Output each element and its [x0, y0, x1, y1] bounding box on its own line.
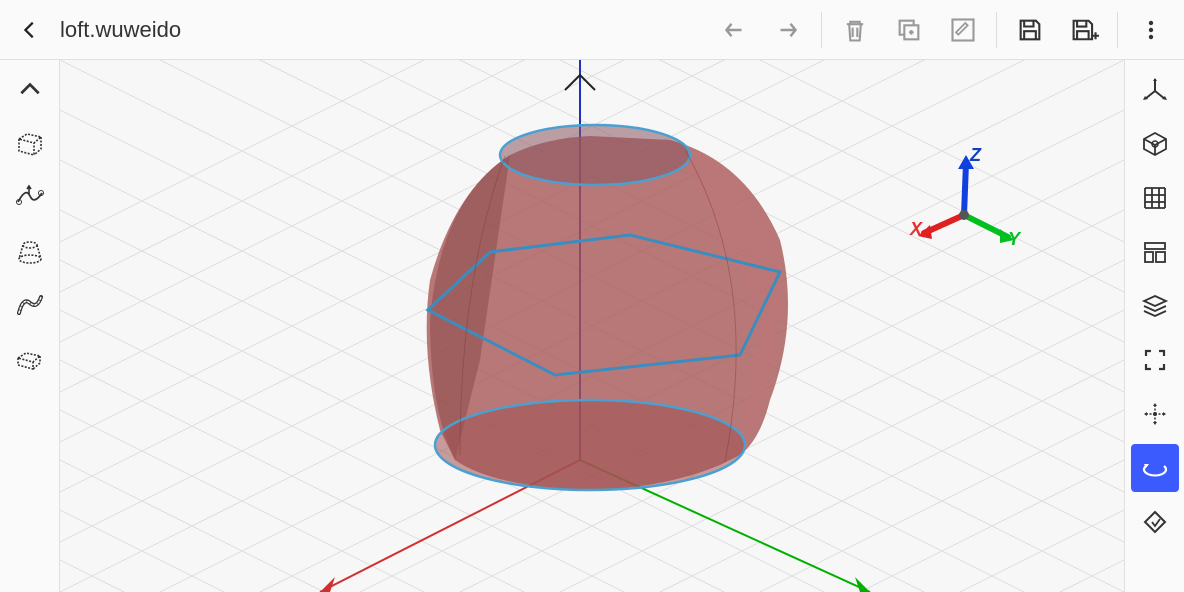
pan-gizmo-button[interactable] — [1131, 390, 1179, 438]
layers-button[interactable] — [1131, 282, 1179, 330]
left-toolbar — [0, 60, 60, 592]
more-menu-button[interactable] — [1126, 5, 1176, 55]
fullscreen-button[interactable] — [1131, 336, 1179, 384]
wireframe-box-tool[interactable] — [6, 120, 54, 168]
save-plus-icon — [1069, 16, 1099, 44]
back-button[interactable] — [8, 8, 52, 52]
right-toolbar — [1124, 60, 1184, 592]
delete-button[interactable] — [830, 5, 880, 55]
nav-back-button[interactable] — [709, 5, 759, 55]
diamond-icon — [1141, 508, 1169, 536]
pan-icon — [1140, 399, 1170, 429]
loft-tool[interactable] — [6, 228, 54, 276]
curve-tool[interactable] — [6, 174, 54, 222]
curve-icon — [13, 181, 47, 215]
orbit-button[interactable] — [1131, 444, 1179, 492]
extrude-tool[interactable] — [6, 336, 54, 384]
top-bar: loft.wuweido — [0, 0, 1184, 60]
viewcube-icon — [1140, 129, 1170, 159]
grid-icon — [1141, 184, 1169, 212]
loft-icon — [13, 235, 47, 269]
nav-forward-button[interactable] — [763, 5, 813, 55]
chevron-left-icon — [19, 19, 41, 41]
view-cube-button[interactable] — [1131, 120, 1179, 168]
axis-icon — [1140, 75, 1170, 105]
spline-icon — [13, 289, 47, 323]
edit-button[interactable] — [938, 5, 988, 55]
save-as-button[interactable] — [1059, 5, 1109, 55]
collapse-panel-button[interactable] — [6, 66, 54, 114]
copy-icon — [895, 16, 923, 44]
trash-icon — [841, 16, 869, 44]
save-button[interactable] — [1005, 5, 1055, 55]
top-actions — [709, 5, 1184, 55]
save-icon — [1016, 16, 1044, 44]
layout-icon — [1141, 238, 1169, 266]
arrow-left-icon — [719, 15, 749, 45]
wireframe-box-icon — [13, 127, 47, 161]
snap-button[interactable] — [1131, 498, 1179, 546]
spline-tool[interactable] — [6, 282, 54, 330]
dots-vertical-icon — [1139, 18, 1163, 42]
extrude-icon — [13, 343, 47, 377]
separator — [1117, 12, 1118, 48]
axis-widget-button[interactable] — [1131, 66, 1179, 114]
separator — [996, 12, 997, 48]
arrow-right-icon — [773, 15, 803, 45]
viewport-canvas — [60, 60, 1124, 592]
edit-icon — [949, 16, 977, 44]
layout-button[interactable] — [1131, 228, 1179, 276]
chevron-up-icon — [17, 77, 43, 103]
separator — [821, 12, 822, 48]
loft-solid — [427, 125, 788, 490]
document-title: loft.wuweido — [60, 17, 709, 43]
grid-toggle-button[interactable] — [1131, 174, 1179, 222]
copy-button[interactable] — [884, 5, 934, 55]
3d-viewport[interactable]: X Y Z — [60, 60, 1124, 592]
fullscreen-icon — [1142, 347, 1168, 373]
orbit-icon — [1141, 454, 1169, 482]
layers-icon — [1141, 292, 1169, 320]
